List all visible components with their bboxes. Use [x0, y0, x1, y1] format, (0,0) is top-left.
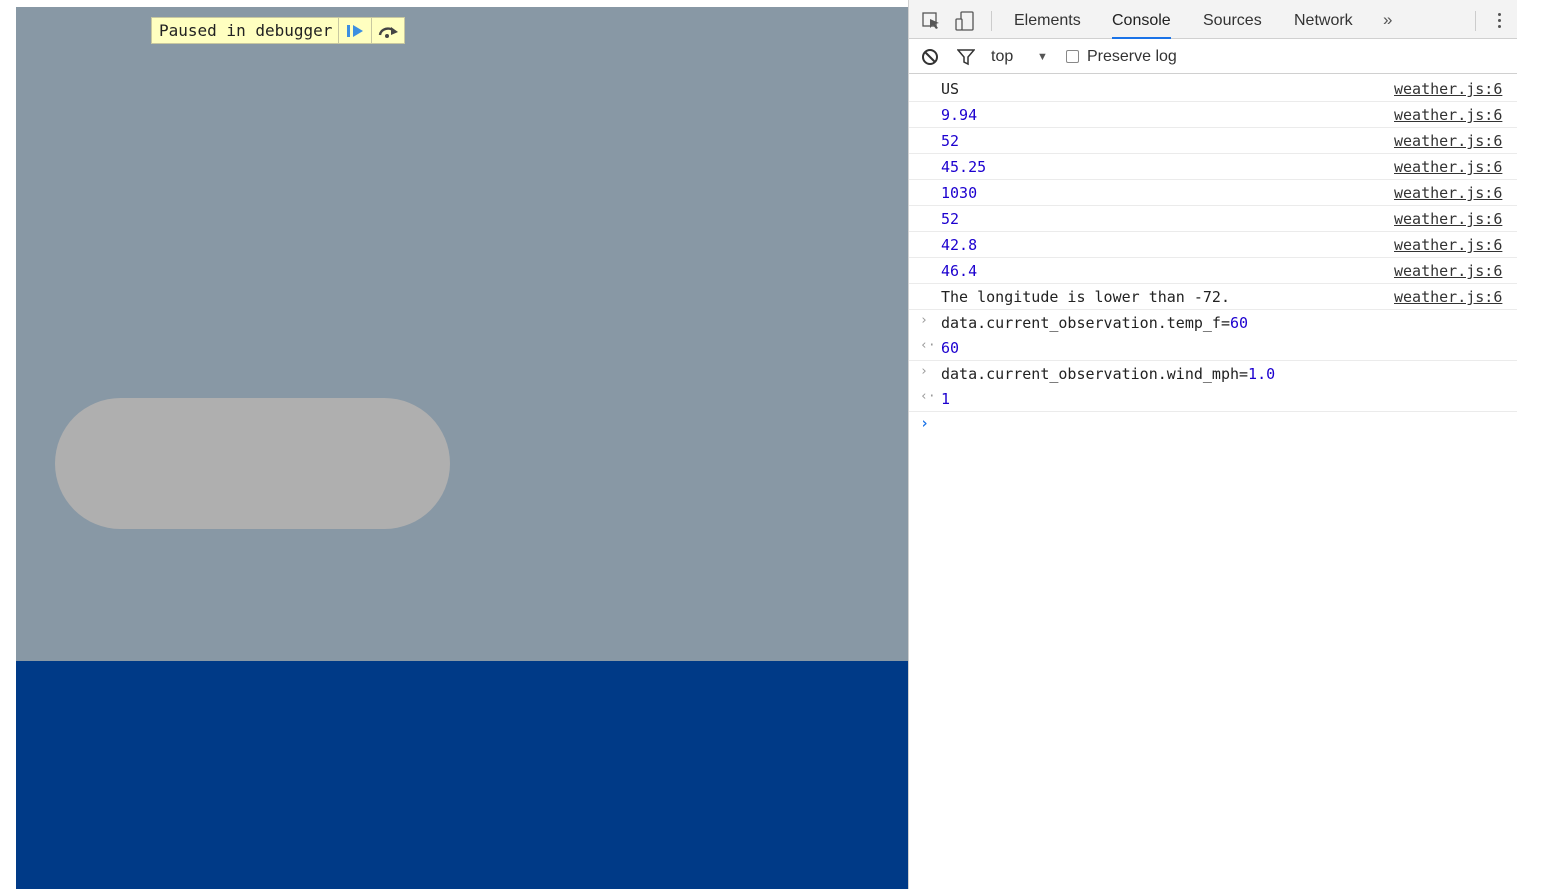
step-over-icon [379, 26, 399, 38]
console-prompt[interactable]: › [909, 412, 1517, 438]
command-expression: data.current_observation.wind_mph= [941, 365, 1249, 383]
devtools-panel: Elements Console Sources Network » top ▼… [908, 0, 1517, 889]
log-message: 52 [941, 210, 960, 228]
log-message: 42.8 [941, 236, 978, 254]
clear-console-icon[interactable] [921, 48, 939, 66]
command-expression: data.current_observation.temp_f= [941, 314, 1230, 332]
log-message: The longitude is lower than -72. [941, 288, 1230, 306]
console-log-row: 45.25 weather.js:6 [909, 154, 1517, 180]
resume-button[interactable] [338, 18, 371, 43]
console-log-row: 52 weather.js:6 [909, 206, 1517, 232]
preserve-log-label: Preserve log [1087, 47, 1177, 65]
console-command-row: › data.current_observation.wind_mph=1.0 [909, 361, 1517, 386]
tab-console[interactable]: Console [1112, 0, 1171, 39]
cloud-shape [55, 398, 450, 529]
preserve-log-toggle[interactable]: Preserve log [1066, 39, 1177, 74]
input-chevron-icon: › [920, 364, 928, 379]
command-result: 60 [941, 339, 960, 357]
preserve-log-checkbox[interactable] [1066, 50, 1079, 63]
step-over-button[interactable] [371, 18, 404, 43]
log-source-link[interactable]: weather.js:6 [1394, 236, 1502, 254]
log-source-link[interactable]: weather.js:6 [1394, 288, 1502, 306]
result-arrow-icon: ‹· [920, 389, 936, 404]
console-log-row: US weather.js:6 [909, 76, 1517, 102]
context-selector[interactable]: top [991, 39, 1013, 74]
command-result: 1 [941, 390, 951, 408]
command-value: 60 [1229, 314, 1249, 332]
command-text: data.current_observation.temp_f=60 [941, 314, 1248, 332]
tab-network[interactable]: Network [1294, 0, 1353, 38]
console-log-row: 42.8 weather.js:6 [909, 232, 1517, 258]
resume-icon [347, 24, 364, 37]
console-log-row: 9.94 weather.js:6 [909, 102, 1517, 128]
log-message: US [941, 80, 960, 98]
page-viewport: Paused in debugger [16, 7, 908, 889]
chevron-down-icon[interactable]: ▼ [1037, 39, 1048, 74]
console-log-row: The longitude is lower than -72. weather… [909, 284, 1517, 310]
ground-area [16, 661, 908, 889]
filter-icon[interactable] [957, 48, 975, 66]
console-log-row: 1030 weather.js:6 [909, 180, 1517, 206]
console-toolbar: top ▼ Preserve log [909, 39, 1517, 74]
log-source-link[interactable]: weather.js:6 [1394, 184, 1502, 202]
console-output: US weather.js:6 9.94 weather.js:6 52 wea… [909, 76, 1517, 438]
debugger-paused-banner: Paused in debugger [151, 17, 406, 44]
log-message: 52 [941, 132, 960, 150]
input-chevron-icon: › [920, 313, 928, 328]
paused-banner-text: Paused in debugger [159, 21, 333, 40]
more-tabs-button[interactable]: » [1383, 0, 1392, 38]
command-text: data.current_observation.wind_mph=1.0 [941, 365, 1275, 383]
console-result-row: ‹· 60 [909, 335, 1517, 361]
result-arrow-icon: ‹· [920, 338, 936, 353]
toolbar-divider [991, 11, 992, 31]
log-message: 45.25 [941, 158, 987, 176]
prompt-chevron-icon: › [920, 414, 930, 432]
console-result-row: ‹· 1 [909, 386, 1517, 412]
log-source-link[interactable]: weather.js:6 [1394, 262, 1502, 280]
console-command-row: › data.current_observation.temp_f=60 [909, 310, 1517, 335]
devtools-tabbar: Elements Console Sources Network » [909, 0, 1517, 39]
log-message: 1030 [941, 184, 978, 202]
devtools-menu-icon[interactable] [1495, 11, 1503, 31]
inspect-element-icon[interactable] [921, 11, 941, 31]
tab-elements[interactable]: Elements [1014, 0, 1081, 38]
log-message: 46.4 [941, 262, 978, 280]
command-value: 1.0 [1248, 365, 1276, 383]
console-log-row: 46.4 weather.js:6 [909, 258, 1517, 284]
log-source-link[interactable]: weather.js:6 [1394, 210, 1502, 228]
toolbar-divider [1475, 11, 1476, 31]
tab-sources[interactable]: Sources [1203, 0, 1262, 38]
log-source-link[interactable]: weather.js:6 [1394, 80, 1502, 98]
console-log-row: 52 weather.js:6 [909, 128, 1517, 154]
log-source-link[interactable]: weather.js:6 [1394, 106, 1502, 124]
log-source-link[interactable]: weather.js:6 [1394, 158, 1502, 176]
log-source-link[interactable]: weather.js:6 [1394, 132, 1502, 150]
device-toolbar-icon[interactable] [955, 11, 975, 31]
log-message: 9.94 [941, 106, 978, 124]
